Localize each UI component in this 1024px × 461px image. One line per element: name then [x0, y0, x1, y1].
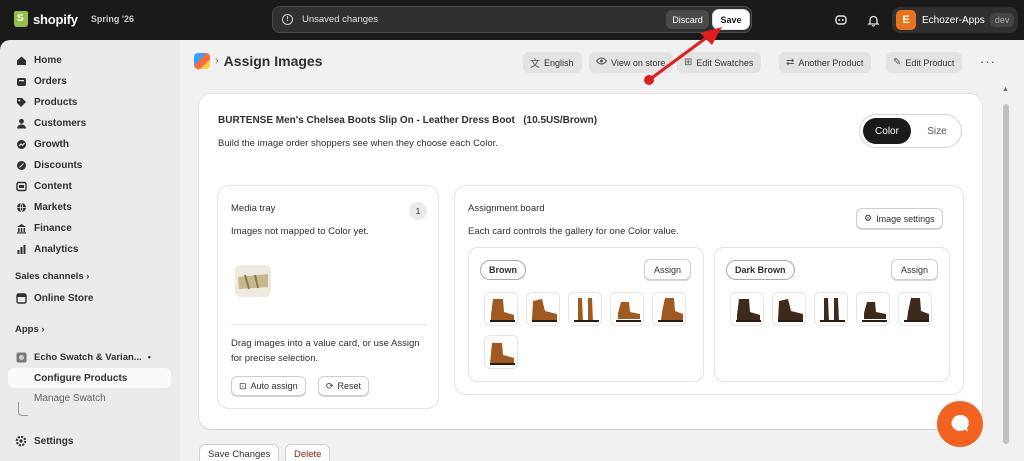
chat-bubble-icon [951, 414, 969, 432]
annotation-arrow [644, 27, 722, 85]
chat-widget-button[interactable] [937, 401, 983, 447]
